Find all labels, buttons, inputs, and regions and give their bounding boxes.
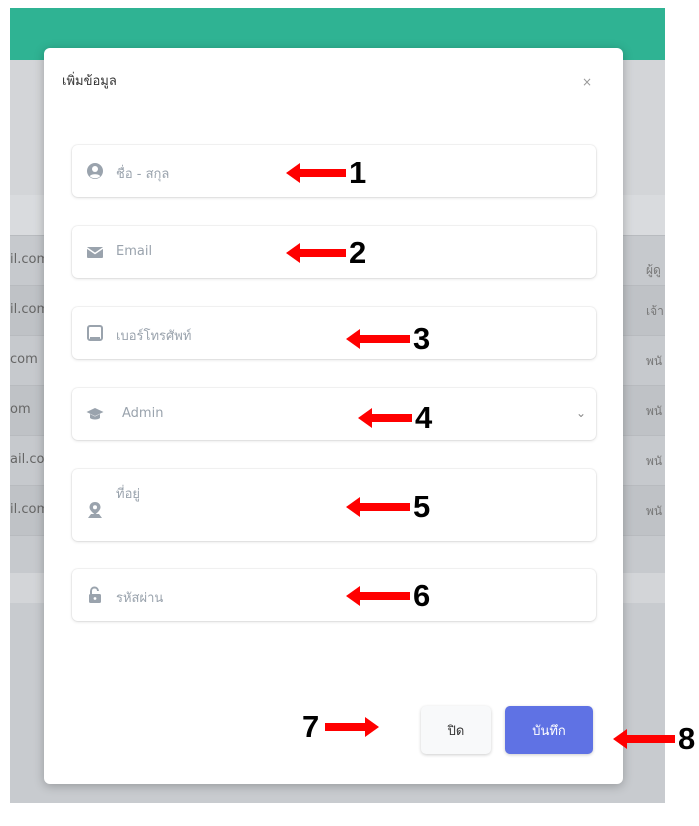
row-role: เจ้า xyxy=(646,304,664,318)
left-arrow-icon xyxy=(286,162,346,183)
annotation-number: 8 xyxy=(678,721,696,756)
annotation-4: 4 xyxy=(358,402,432,433)
row-role: ผู้ดู xyxy=(646,263,661,277)
annotation-6: 6 xyxy=(346,580,430,611)
left-arrow-icon xyxy=(286,242,346,263)
left-arrow-icon xyxy=(346,496,410,517)
user-circle-icon xyxy=(87,163,103,179)
annotation-3: 3 xyxy=(346,323,430,354)
email-placeholder: Email xyxy=(116,244,153,259)
save-button[interactable]: บันทึก xyxy=(505,706,593,754)
annotation-number: 4 xyxy=(415,400,433,435)
map-pin-icon xyxy=(88,502,102,518)
modal-title: เพิ่มข้อมูล xyxy=(62,74,117,89)
annotation-number: 2 xyxy=(349,235,367,270)
annotation-7: 7 xyxy=(302,709,380,744)
password-field[interactable]: รหัสผ่าน xyxy=(72,569,596,621)
envelope-icon xyxy=(86,247,104,258)
annotation-number: 6 xyxy=(413,578,431,613)
row-role: พนั xyxy=(646,504,663,518)
annotation-1: 1 xyxy=(286,157,366,188)
right-arrow-icon xyxy=(325,716,380,737)
row-email: com xyxy=(10,352,38,367)
chevron-down-icon: ⌄ xyxy=(576,406,587,420)
annotation-number: 1 xyxy=(349,155,367,190)
annotation-8: 8 xyxy=(613,723,695,754)
role-select[interactable]: Admin ⌄ xyxy=(72,388,596,440)
phone-field[interactable]: เบอร์โทรศัพท์ xyxy=(72,307,596,359)
role-selected-value: Admin xyxy=(122,406,164,421)
annotation-2: 2 xyxy=(286,237,366,268)
unlock-icon xyxy=(89,586,101,603)
address-textarea[interactable]: ที่อยู่ xyxy=(72,469,596,541)
left-arrow-icon xyxy=(358,407,412,428)
annotation-5: 5 xyxy=(346,491,430,522)
left-arrow-icon xyxy=(613,728,675,749)
row-role: พนั xyxy=(646,404,663,418)
graduation-cap-icon xyxy=(86,408,104,420)
row-email: om xyxy=(10,402,31,417)
name-placeholder: ชื่อ - สกุล xyxy=(116,167,170,182)
close-button[interactable]: ปิด xyxy=(421,706,491,754)
close-icon[interactable]: × xyxy=(582,75,592,89)
address-placeholder: ที่อยู่ xyxy=(116,487,140,502)
annotation-number: 7 xyxy=(302,709,320,744)
password-placeholder: รหัสผ่าน xyxy=(116,591,164,606)
annotation-number: 3 xyxy=(413,321,431,356)
left-arrow-icon xyxy=(346,585,410,606)
row-role: พนั xyxy=(646,454,663,468)
left-arrow-icon xyxy=(346,328,410,349)
annotation-number: 5 xyxy=(413,489,431,524)
tablet-icon xyxy=(87,325,103,341)
row-role: พนั xyxy=(646,354,663,368)
phone-placeholder: เบอร์โทรศัพท์ xyxy=(116,329,192,344)
